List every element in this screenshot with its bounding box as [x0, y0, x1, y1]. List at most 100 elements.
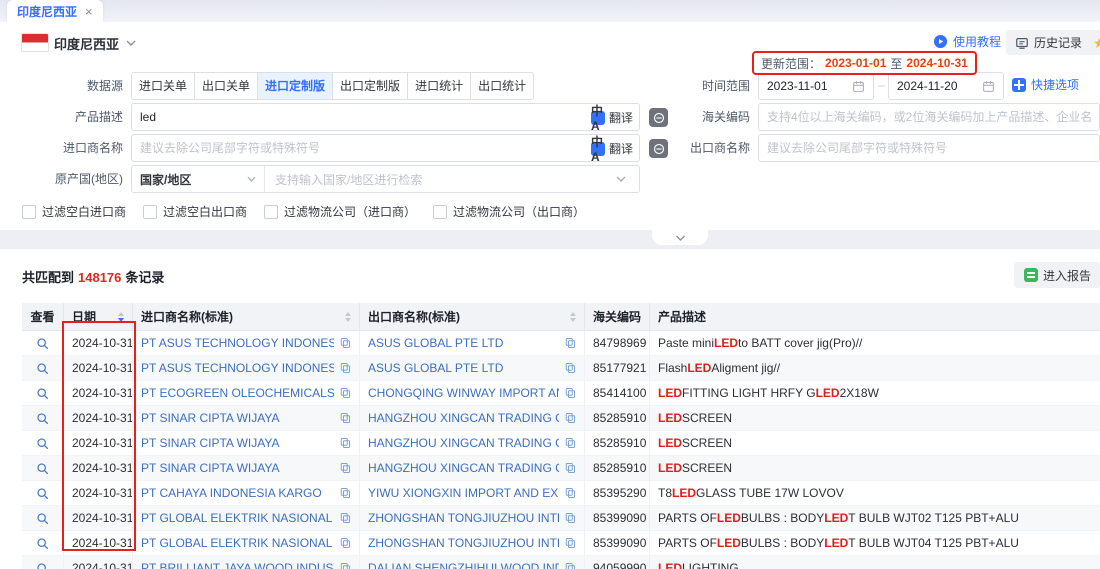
- exporter-link[interactable]: ZHONGSHAN TONGJIUZHOU INTERNA...: [368, 511, 559, 525]
- importer-link[interactable]: PT ECOGREEN OLEOCHEMICALS: [141, 386, 334, 400]
- importer-link[interactable]: PT ASUS TECHNOLOGY INDONESIA BA...: [141, 336, 334, 350]
- quick-options-link[interactable]: 快捷选项: [1012, 76, 1079, 93]
- filter-checkbox[interactable]: 过滤物流公司（出口商）: [433, 203, 585, 220]
- checkbox-icon[interactable]: [143, 205, 157, 219]
- exporter-link[interactable]: ASUS GLOBAL PTE LTD: [368, 361, 559, 375]
- translate-button[interactable]: 中A 翻译: [587, 109, 633, 126]
- copy-button[interactable]: [564, 362, 576, 374]
- history-button[interactable]: 历史记录: [1006, 30, 1091, 55]
- copy-icon[interactable]: [564, 387, 576, 399]
- copy-button[interactable]: [339, 362, 351, 374]
- exporter-link[interactable]: ZHONGSHAN TONGJIUZHOU INTERNA...: [368, 536, 559, 550]
- exporter-link[interactable]: CHONGQING WINWAY IMPORT AND E...: [368, 386, 559, 400]
- origin-input[interactable]: 国家/地区 支持输入国家/地区进行检索: [131, 165, 640, 193]
- translate-button[interactable]: 中A 翻译: [587, 140, 633, 157]
- copy-button[interactable]: [339, 437, 351, 449]
- filter-checkbox[interactable]: 过滤物流公司（进口商）: [264, 203, 416, 220]
- copy-icon[interactable]: [564, 462, 576, 474]
- copy-icon[interactable]: [339, 412, 351, 424]
- sort-icon[interactable]: [570, 312, 576, 322]
- copy-button[interactable]: [564, 537, 576, 549]
- filter-checkbox[interactable]: 过滤空白出口商: [143, 203, 247, 220]
- copy-icon[interactable]: [339, 487, 351, 499]
- magnifier-icon[interactable]: [36, 537, 49, 550]
- filter-checkbox[interactable]: 过滤空白进口商: [22, 203, 126, 220]
- copy-button[interactable]: [564, 562, 576, 569]
- view-cell[interactable]: [22, 456, 64, 480]
- copy-icon[interactable]: [339, 362, 351, 374]
- copy-icon[interactable]: [564, 537, 576, 549]
- copy-icon[interactable]: [564, 337, 576, 349]
- datasource-tab[interactable]: 进口关单: [131, 72, 195, 100]
- checkbox-icon[interactable]: [433, 205, 447, 219]
- view-cell[interactable]: [22, 406, 64, 430]
- copy-button[interactable]: [339, 537, 351, 549]
- datasource-tab[interactable]: 出口统计: [470, 72, 534, 100]
- copy-button[interactable]: [564, 462, 576, 474]
- view-cell[interactable]: [22, 506, 64, 530]
- copy-icon[interactable]: [564, 412, 576, 424]
- copy-icon[interactable]: [564, 487, 576, 499]
- end-date-input[interactable]: 2024-11-20: [888, 72, 1004, 100]
- magnifier-icon[interactable]: [36, 437, 49, 450]
- hs-code-input[interactable]: [758, 103, 1100, 131]
- origin-selector[interactable]: 国家/地区: [132, 166, 265, 192]
- enter-report-button[interactable]: 进入报告: [1014, 262, 1100, 288]
- copy-button[interactable]: [339, 512, 351, 524]
- view-cell[interactable]: [22, 556, 64, 569]
- country-selector[interactable]: 印度尼西亚: [54, 34, 119, 53]
- magnifier-icon[interactable]: [36, 362, 49, 375]
- datasource-tab[interactable]: 出口关单: [194, 72, 258, 100]
- sort-icon[interactable]: [118, 312, 124, 322]
- importer-link[interactable]: PT GLOBAL ELEKTRIK NASIONAL: [141, 511, 334, 525]
- view-cell[interactable]: [22, 431, 64, 455]
- view-cell[interactable]: [22, 481, 64, 505]
- view-cell[interactable]: [22, 531, 64, 555]
- exporter-link[interactable]: YIWU XIONGXIN IMPORT AND EXPORT...: [368, 486, 559, 500]
- exporter-link[interactable]: HANGZHOU XINGCAN TRADING CO LTD: [368, 411, 559, 425]
- copy-button[interactable]: [564, 412, 576, 424]
- copy-button[interactable]: [339, 412, 351, 424]
- copy-button[interactable]: [564, 387, 576, 399]
- datasource-tab[interactable]: 出口定制版: [332, 72, 408, 100]
- importer-link[interactable]: PT CAHAYA INDONESIA KARGO: [141, 486, 334, 500]
- chevron-down-icon[interactable]: [126, 40, 136, 46]
- copy-button[interactable]: [564, 512, 576, 524]
- datasource-tab[interactable]: 进口统计: [407, 72, 471, 100]
- copy-icon[interactable]: [339, 337, 351, 349]
- close-icon[interactable]: ×: [85, 5, 93, 18]
- magnifier-icon[interactable]: [36, 487, 49, 500]
- exporter-link[interactable]: HANGZHOU XINGCAN TRADING CO LTD: [368, 461, 559, 475]
- copy-button[interactable]: [339, 562, 351, 569]
- sort-icon[interactable]: [345, 312, 351, 322]
- copy-button[interactable]: [564, 437, 576, 449]
- header-date[interactable]: 日期: [64, 303, 133, 330]
- importer-link[interactable]: PT SINAR CIPTA WIJAYA: [141, 461, 334, 475]
- favorite-button[interactable]: ★: [1086, 30, 1100, 55]
- magnifier-icon[interactable]: [36, 562, 49, 569]
- importer-input[interactable]: [131, 134, 640, 162]
- importer-link[interactable]: PT SINAR CIPTA WIJAYA: [141, 436, 334, 450]
- copy-icon[interactable]: [339, 437, 351, 449]
- copy-icon[interactable]: [339, 512, 351, 524]
- magnifier-icon[interactable]: [36, 337, 49, 350]
- copy-icon[interactable]: [564, 362, 576, 374]
- copy-icon[interactable]: [564, 562, 576, 569]
- start-date-input[interactable]: 2023-11-01: [758, 72, 874, 100]
- view-cell[interactable]: [22, 331, 64, 355]
- importer-link[interactable]: PT SINAR CIPTA WIJAYA: [141, 411, 334, 425]
- copy-button[interactable]: [339, 462, 351, 474]
- magnifier-icon[interactable]: [36, 462, 49, 475]
- checkbox-icon[interactable]: [22, 205, 36, 219]
- copy-icon[interactable]: [339, 462, 351, 474]
- copy-icon[interactable]: [339, 562, 351, 569]
- exporter-link[interactable]: ASUS GLOBAL PTE LTD: [368, 336, 559, 350]
- copy-button[interactable]: [339, 387, 351, 399]
- importer-link[interactable]: PT BRILLIANT JAYA WOOD INDUSTRY: [141, 561, 334, 569]
- copy-icon[interactable]: [564, 437, 576, 449]
- header-exporter[interactable]: 出口商名称(标准): [360, 303, 585, 330]
- view-cell[interactable]: [22, 356, 64, 380]
- importer-link[interactable]: PT ASUS TECHNOLOGY INDONESIA BA...: [141, 361, 334, 375]
- magnifier-icon[interactable]: [36, 412, 49, 425]
- copy-button[interactable]: [564, 487, 576, 499]
